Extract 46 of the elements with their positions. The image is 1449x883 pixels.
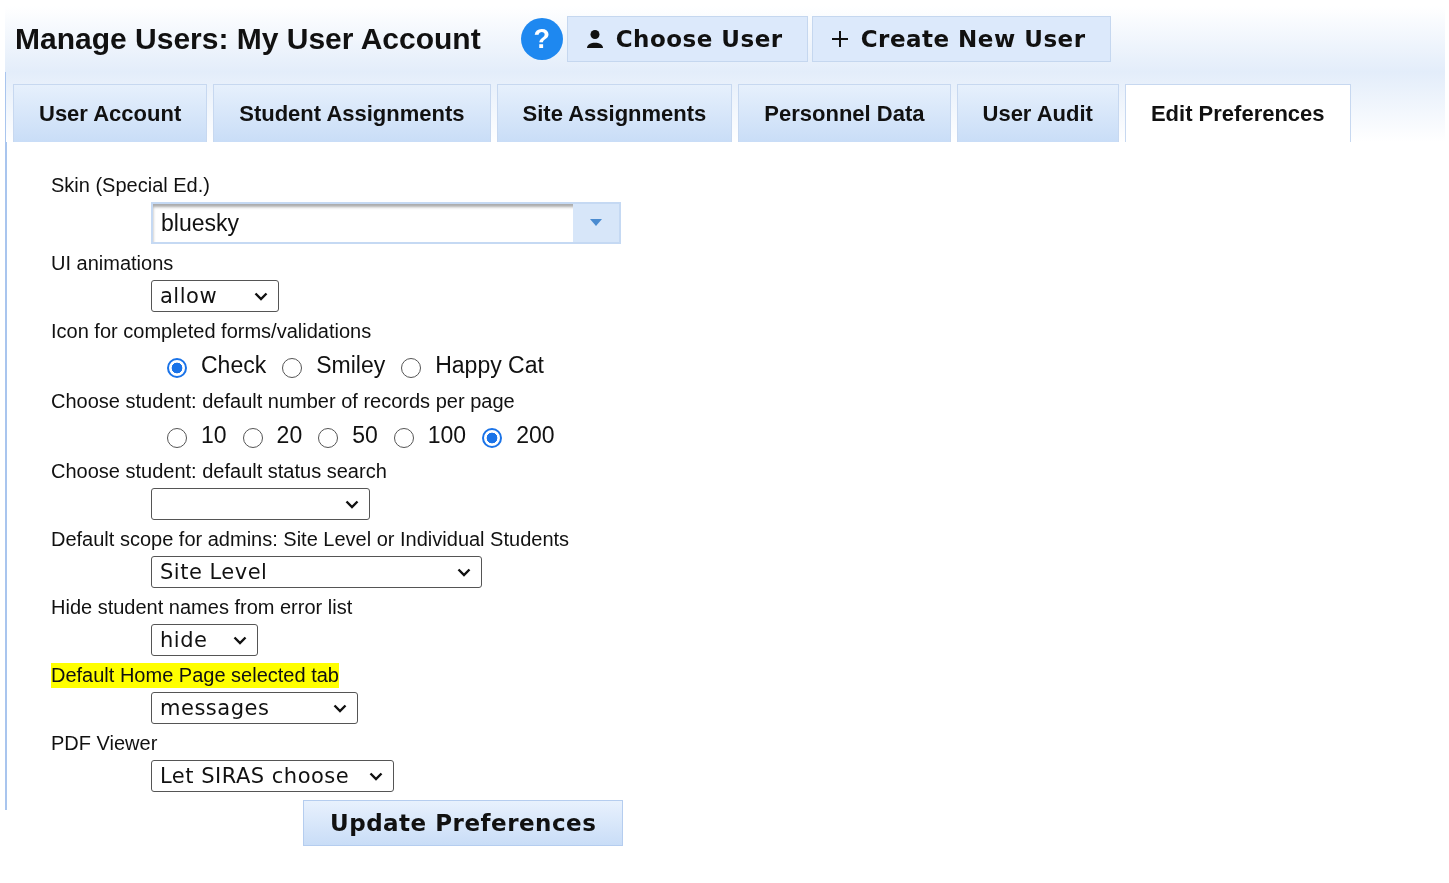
field-label: Default Home Page selected tab xyxy=(51,662,339,688)
tab[interactable]: Site Assignments xyxy=(496,84,733,142)
field-label: UI animations xyxy=(51,251,174,275)
chevron-icon xyxy=(254,291,268,301)
update-preferences-button[interactable]: Update Preferences xyxy=(303,800,624,846)
dropdown[interactable]: messages xyxy=(151,692,358,724)
page-title: Manage Users: My User Account xyxy=(15,22,481,56)
radio-button[interactable] xyxy=(482,428,503,448)
dropdown[interactable]: allow xyxy=(151,280,279,312)
radio-label: 50 xyxy=(352,421,378,449)
tab[interactable]: User Account xyxy=(13,84,208,142)
help-button[interactable]: ? xyxy=(520,18,563,60)
radio-label: 10 xyxy=(201,421,227,449)
field-label: Icon for completed forms/validations xyxy=(51,319,372,343)
radio-button[interactable] xyxy=(167,358,187,378)
dropdown[interactable]: Site Level xyxy=(151,556,482,588)
field-label: Hide student names from error list xyxy=(51,595,353,619)
radio-label: Happy Cat xyxy=(435,351,544,379)
create-user-button[interactable]: Create New User xyxy=(811,16,1111,62)
field-label: PDF Viewer xyxy=(51,731,158,755)
radio-label: Check xyxy=(201,351,267,379)
tab[interactable]: User Audit xyxy=(956,84,1119,142)
field-label: Choose student: default number of records per page xyxy=(51,389,515,413)
user-icon xyxy=(585,29,604,49)
caret-icon xyxy=(590,219,602,227)
chevron-icon xyxy=(345,499,359,509)
radio-label: 100 xyxy=(427,421,467,449)
dropdown[interactable]: hide xyxy=(151,624,258,656)
tab[interactable]: Student Assignments xyxy=(213,84,491,142)
chevron-icon xyxy=(369,771,383,781)
radio-label: 20 xyxy=(276,421,303,449)
dropdown[interactable] xyxy=(151,488,370,520)
tab[interactable]: Personnel Data xyxy=(738,84,951,142)
skin-combobox[interactable]: bluesky xyxy=(151,202,621,244)
field-label: Choose student: default status search xyxy=(51,459,387,483)
radio-label: Smiley xyxy=(316,351,386,379)
chevron-icon xyxy=(457,567,471,577)
chevron-icon xyxy=(333,703,347,713)
radio-label: 200 xyxy=(516,421,555,449)
chevron-icon xyxy=(233,635,247,645)
choose-user-button[interactable]: Choose User xyxy=(566,16,808,62)
tab[interactable]: Edit Preferences xyxy=(1124,84,1351,142)
field-label: Default scope for admins: Site Level or Individual Students xyxy=(51,527,570,551)
dropdown[interactable]: Let SIRAS choose xyxy=(151,760,394,792)
field-label: Skin (Special Ed.) xyxy=(51,173,210,197)
plus-icon xyxy=(830,30,849,48)
